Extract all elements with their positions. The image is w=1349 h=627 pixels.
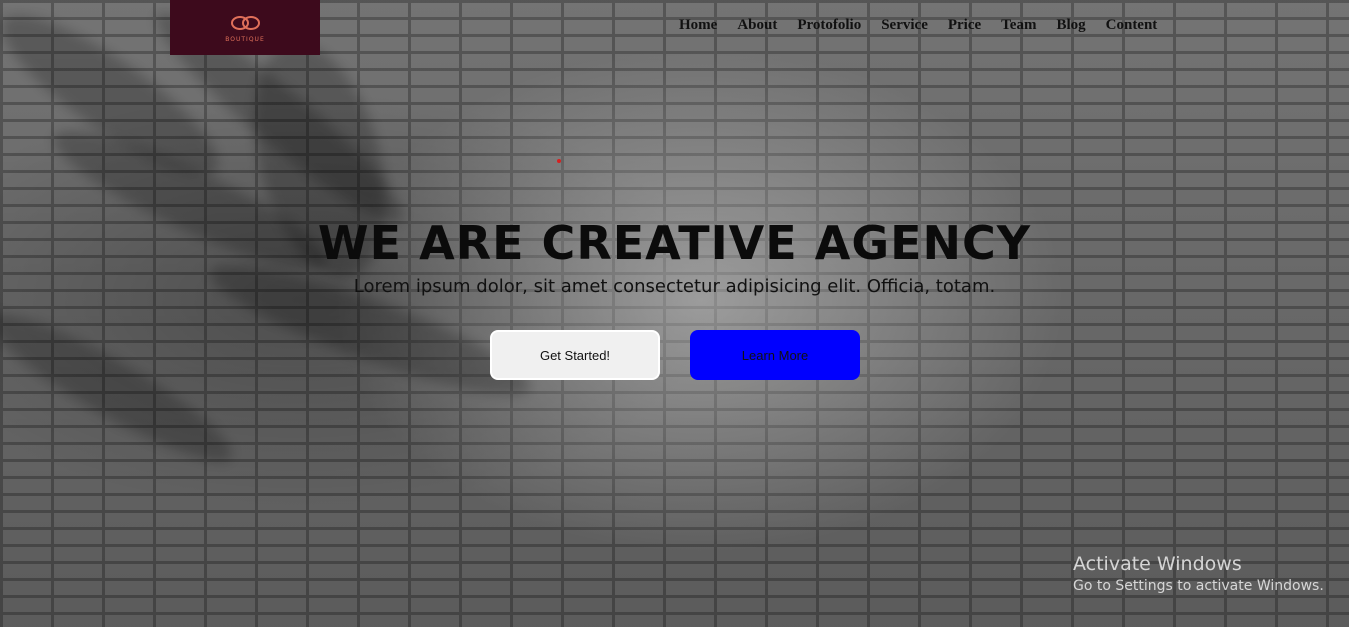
nav-content[interactable]: Content [1106,17,1158,34]
rings-icon [223,13,267,35]
get-started-button[interactable]: Get Started! [490,330,660,380]
nav-price[interactable]: Price [948,17,981,34]
background-lighting [0,0,1349,627]
nav-about[interactable]: About [737,17,777,34]
activate-windows-watermark: Activate Windows Go to Settings to activ… [1073,553,1324,594]
brick-wall-background [0,0,1349,627]
nav-home[interactable]: Home [679,17,717,34]
hero-title: WE ARE CREATIVE AGENCY [317,216,1032,270]
nav-portfolio[interactable]: Protofolio [797,17,861,34]
nav-team[interactable]: Team [1001,17,1036,34]
nav-blog[interactable]: Blog [1056,17,1085,34]
watermark-title: Activate Windows [1073,553,1242,575]
nav-service[interactable]: Service [881,17,928,34]
cursor-dot [557,159,561,163]
main-nav: Home About Protofolio Service Price Team… [679,17,1157,34]
watermark-subtitle: Go to Settings to activate Windows. [1073,578,1324,594]
hero-subtitle: Lorem ipsum dolor, sit amet consectetur … [353,276,996,297]
hero-section: WE ARE CREATIVE AGENCY Lorem ipsum dolor… [0,214,1349,297]
learn-more-button[interactable]: Learn More [690,330,860,380]
logo[interactable]: BOUTIQUE [170,0,320,55]
logo-text: BOUTIQUE [225,35,265,43]
